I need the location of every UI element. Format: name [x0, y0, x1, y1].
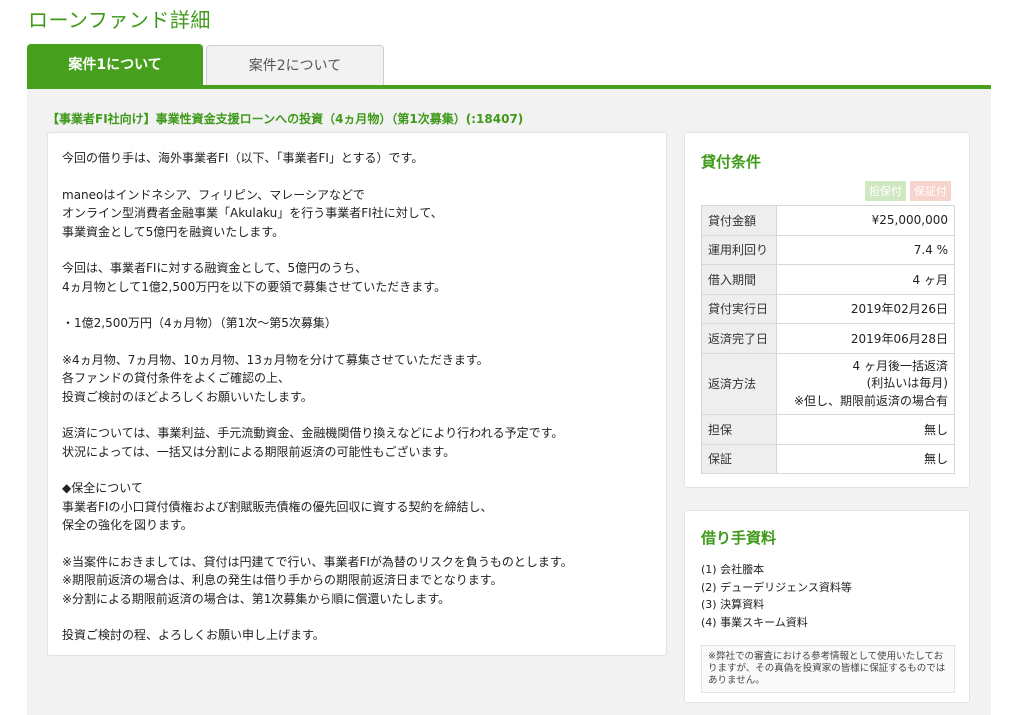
row-value: 2019年06月28日	[776, 323, 955, 354]
table-row: 貸付金額 ¥25,000,000	[701, 205, 955, 236]
documents-heading: 借り手資料	[701, 529, 777, 547]
row-label: 運用利回り	[701, 234, 777, 265]
row-value: 無し	[776, 443, 955, 474]
row-label: 返済方法	[701, 352, 777, 415]
row-label: 担保	[701, 414, 777, 445]
table-row: 保証 無し	[701, 443, 955, 474]
list-item: (4) 事業スキーム資料	[701, 615, 808, 629]
row-value: 4 ヶ月後一括返済 (利払いは毎月) ※但し、期限前返済の場合有	[776, 352, 955, 415]
table-row: 運用利回り 7.4 %	[701, 234, 955, 265]
list-item: (1) 会社謄本	[701, 563, 765, 576]
description-panel: 今回の借り手は、海外事業者FI（以下、「事業者FI」とする）です。 maneoは…	[47, 132, 667, 656]
row-label: 保証	[701, 443, 777, 474]
disclaimer-note: ※弊社での審査における参考情報として使用いたしておりますが、その真偽を投資家の皆…	[701, 645, 955, 693]
badge-group: 担保付 保証付	[865, 181, 951, 201]
description-paragraph: 今回の借り手は、海外事業者FI（以下、「事業者FI」とする）です。	[62, 151, 424, 165]
page-title: ローンファンド詳細	[28, 8, 211, 32]
description-paragraph: 投資ご検討の程、よろしくお願い申し上げます。	[62, 628, 325, 642]
description-paragraph: ※4ヵ月物、7ヵ月物、10ヵ月物、13ヵ月物を分けて募集させていただきます。 各…	[62, 352, 489, 404]
description-paragraph: 今回は、事業者FIに対する融資金として、5億円のうち、 4ヵ月物として1億2,5…	[62, 261, 447, 294]
table-row: 返済完了日 2019年06月28日	[701, 323, 955, 354]
row-value: 4 ヶ月	[776, 264, 955, 295]
tab-case-2[interactable]: 案件2について	[206, 45, 384, 86]
description-paragraph: ◆保全について 事業者FIの小口貸付債権および割賦販売債権の優先回収に資する契約…	[62, 481, 493, 532]
row-label: 借入期間	[701, 264, 777, 295]
tab-case-1[interactable]: 案件1について	[27, 44, 203, 86]
conditions-heading: 貸付条件	[701, 153, 762, 171]
row-label: 貸付金額	[701, 205, 777, 236]
table-row: 返済方法 4 ヶ月後一括返済 (利払いは毎月) ※但し、期限前返済の場合有	[701, 352, 955, 415]
guarantee-badge: 保証付	[910, 181, 951, 201]
table-row: 担保 無し	[701, 414, 955, 445]
fund-title: 【事業者FI社向け】事業性資金支援ローンへの投資（4ヵ月物）（第1次募集）(:1…	[47, 112, 524, 126]
row-value: 無し	[776, 414, 955, 445]
conditions-table: 貸付金額 ¥25,000,000 運用利回り 7.4 % 借入期間 4 ヶ月 貸…	[701, 205, 955, 474]
borrower-documents-panel: 借り手資料 (1) 会社謄本 (2) デューデリジェンス資料等 (3) 決算資料…	[684, 510, 970, 703]
description-paragraph: maneoはインドネシア、フィリピン、マレーシアなどで オンライン型消費者金融事…	[62, 187, 443, 239]
loan-conditions-panel: 貸付条件 担保付 保証付 貸付金額 ¥25,000,000 運用利回り 7.4 …	[684, 132, 970, 488]
list-item: (3) 決算資料	[701, 598, 765, 611]
description-paragraph: ・1億2,500万円（4ヵ月物）（第1次〜第5次募集）	[62, 316, 337, 330]
table-row: 借入期間 4 ヶ月	[701, 264, 955, 295]
table-row: 貸付実行日 2019年02月26日	[701, 293, 955, 324]
row-value: 2019年02月26日	[776, 293, 955, 324]
documents-list: (1) 会社謄本 (2) デューデリジェンス資料等 (3) 決算資料 (4) 事…	[701, 561, 852, 631]
description-paragraph: ※当案件におきましては、貸付は円建てで行い、事業者FIが為替のリスクを負うものと…	[62, 554, 573, 606]
row-label: 貸付実行日	[701, 293, 777, 324]
tab-bar: 案件1について 案件2について	[27, 44, 991, 86]
row-value: 7.4 %	[776, 234, 955, 265]
row-value: ¥25,000,000	[776, 205, 955, 236]
list-item: (2) デューデリジェンス資料等	[701, 580, 852, 594]
row-label: 返済完了日	[701, 323, 777, 354]
collateral-badge: 担保付	[865, 181, 906, 201]
description-paragraph: 返済については、事業利益、手元流動資金、金融機関借り換えなどにより行われる予定で…	[62, 426, 564, 459]
